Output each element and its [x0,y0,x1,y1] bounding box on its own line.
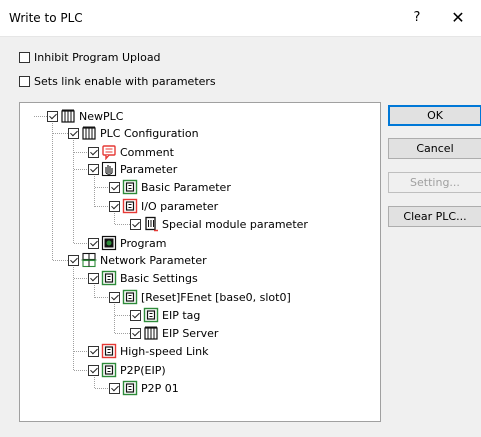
program-label: Program [120,236,167,250]
special-module-parameter-label: Special module parameter [162,217,308,231]
inhibit-program-upload-option[interactable]: Inhibit Program Upload [19,49,161,65]
sets-link-enable-label: Sets link enable with parameters [34,74,216,88]
highspeed-link-icon [101,343,117,359]
eip-server-icon [144,326,158,340]
tree-node-highspeed-link[interactable]: High-speed Link [88,343,209,359]
parameter-checkbox[interactable] [88,163,99,175]
eip-server-checkbox[interactable] [130,327,141,339]
inhibit-program-upload-label: Inhibit Program Upload [34,50,161,64]
tree-node-basic-parameter[interactable]: Basic Parameter [109,179,231,195]
basic-parameter-checkbox[interactable] [109,181,120,193]
basic-parameter-icon [122,179,138,195]
basic-settings-icon [101,270,117,286]
special-module-parameter-checkbox[interactable] [130,218,141,230]
network-parameter-checkbox[interactable] [68,254,79,266]
highspeed-link-label: High-speed Link [120,344,209,358]
eip-tag-icon [143,307,159,323]
tree-node-p2p-eip[interactable]: P2P(EIP) [88,362,166,378]
program-icon [101,235,117,251]
tree-node-fenet[interactable]: [Reset]FEnet [base0, slot0] [109,289,291,305]
write-to-plc-dialog: Write to PLC ? ✕ Inhibit Program Upload … [0,0,481,437]
network-icon [81,252,97,268]
tree-node-special-module-parameter[interactable]: Special module parameter [130,216,308,232]
plc-rack-icon [82,126,96,140]
plc-cpu-icon [61,109,75,123]
network-parameter-label: Network Parameter [100,253,207,267]
tree-node-eip-tag[interactable]: EIP tag [130,307,200,323]
plc-configuration-checkbox[interactable] [68,127,79,139]
tree-node-eip-server[interactable]: EIP Server [130,325,218,341]
setting-button[interactable]: Setting... [388,172,481,193]
tree-node-io-parameter[interactable]: I/O parameter [109,198,218,214]
cancel-button[interactable]: Cancel [388,138,481,159]
p2p-01-checkbox[interactable] [109,382,120,394]
tree-node-newplc[interactable]: NewPLC [47,108,123,124]
ok-button[interactable]: OK [388,105,481,126]
tree-node-program[interactable]: Program [88,235,166,251]
basic-settings-label: Basic Settings [120,271,198,285]
fenet-module-icon [122,289,138,305]
eip-tag-label: EIP tag [162,308,201,322]
p2p-eip-icon [101,362,117,378]
highspeed-link-checkbox[interactable] [88,345,99,357]
window-title: Write to PLC [9,11,83,25]
io-parameter-label: I/O parameter [141,199,219,213]
basic-settings-checkbox[interactable] [88,272,99,284]
plc-configuration-label: PLC Configuration [100,126,199,140]
close-button[interactable]: ✕ [446,7,470,29]
parameter-hand-icon [101,161,117,177]
eip-tag-checkbox[interactable] [130,309,141,321]
comment-icon [102,145,116,160]
sets-link-enable-option[interactable]: Sets link enable with parameters [19,73,216,89]
basic-parameter-label: Basic Parameter [141,180,231,194]
p2p-eip-label: P2P(EIP) [120,363,166,377]
eip-server-label: EIP Server [162,326,219,340]
p2p-eip-checkbox[interactable] [88,364,99,376]
inhibit-program-upload-checkbox[interactable] [19,51,30,63]
tree-node-network-parameter[interactable]: Network Parameter [68,252,207,268]
program-checkbox[interactable] [88,237,99,249]
help-button[interactable]: ? [405,7,429,29]
special-module-icon [145,216,158,232]
tree-node-parameter[interactable]: Parameter [88,161,177,177]
io-parameter-icon [122,198,138,214]
p2p-01-label: P2P 01 [141,381,179,395]
newplc-label: NewPLC [79,109,124,123]
tree-node-basic-settings[interactable]: Basic Settings [88,270,198,286]
tree-node-plc-configuration[interactable]: PLC Configuration [68,125,199,141]
project-tree[interactable]: NewPLC PLC Configuration Comment Paramet… [19,102,381,422]
parameter-label: Parameter [120,162,178,176]
clear-plc-button[interactable]: Clear PLC... [388,206,481,227]
newplc-checkbox[interactable] [47,110,58,122]
p2p-01-icon [122,380,138,396]
comment-checkbox[interactable] [88,146,99,158]
fenet-label: [Reset]FEnet [base0, slot0] [141,290,291,304]
io-parameter-checkbox[interactable] [109,200,120,212]
sets-link-enable-checkbox[interactable] [19,75,30,87]
tree-node-p2p-01[interactable]: P2P 01 [109,380,179,396]
fenet-checkbox[interactable] [109,291,120,303]
title-bar: Write to PLC ? ✕ [0,0,481,37]
tree-node-comment[interactable]: Comment [88,144,174,160]
comment-label: Comment [120,145,174,159]
